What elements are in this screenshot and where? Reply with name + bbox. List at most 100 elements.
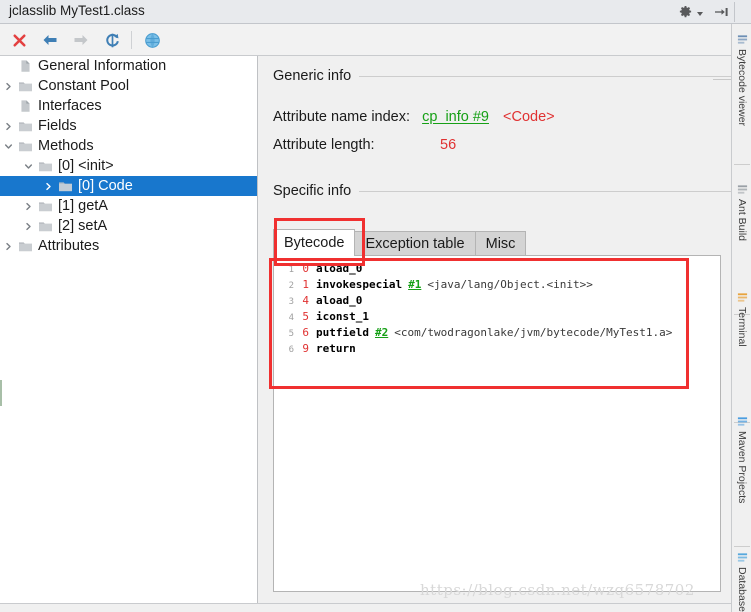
tab-label: Exception table [365,236,465,252]
maven-projects-icon [736,416,748,427]
attribute-name-index-row: Attribute name index: cp_info #9 <Code> [273,109,555,125]
folder-icon [36,196,54,216]
line-number: 1 [288,265,294,275]
tool-window-label: Bytecode viewer [736,49,748,127]
tree-node-label: Fields [38,118,77,134]
section-rule-2 [359,190,731,192]
tree-node-0-code[interactable]: [0] Code [0,176,257,196]
chevron-down-icon[interactable] [697,12,703,16]
bytecode-offset: 4 [302,294,309,307]
status-bar [0,603,731,612]
browse-button[interactable] [139,28,165,52]
tool-window-maven-projects[interactable]: Maven Projects [732,416,751,503]
chevron-down-icon[interactable] [20,156,36,176]
bytecode-line[interactable]: 3 4 aload_0 [278,294,720,310]
attribute-detail-panel: Generic info Attribute name index: cp_in… [262,56,732,603]
folder-icon [16,236,34,256]
bytecode-pane[interactable]: 1 0 aload_0 2 1 invokespecial #1 <java/lang/Obj… [273,256,721,592]
line-number: 6 [288,345,294,355]
tab-misc[interactable]: Misc [474,231,527,256]
tool-window-label: Database [736,567,748,612]
database-icon [736,552,748,563]
specific-info-title: Specific info [273,183,352,199]
window-title: jclasslib MyTest1.class [9,3,145,18]
generic-info-title: Generic info [273,68,352,84]
tree-node-interfaces[interactable]: Interfaces [0,96,257,116]
generic-info-section-header: Generic info [273,68,731,84]
reload-button[interactable] [99,28,125,52]
terminal-icon [736,292,748,303]
tool-window-terminal[interactable]: Terminal [732,292,751,347]
bytecode-line[interactable]: 2 1 invokespecial #1 <java/lang/Object.<init… [278,278,720,294]
chevron-right-icon[interactable] [20,196,36,216]
tree-node-general-information[interactable]: General Information [0,56,257,76]
chevron-right-icon[interactable] [20,216,36,236]
bytecode-line[interactable]: 5 6 putfield #2 <com/twodragonlake/jvm/bytec… [278,326,720,342]
bytecode-offset: 1 [302,278,309,291]
bytecode-line[interactable]: 4 5 iconst_1 [278,310,720,326]
close-button[interactable] [6,28,32,52]
gear-icon[interactable] [678,5,693,20]
chevron-right-icon[interactable] [0,236,16,256]
bytecode-offset: 9 [302,342,309,355]
toolbar-separator [131,31,132,49]
bytecode-line[interactable]: 1 0 aload_0 [278,262,720,278]
tree-node-label: Methods [38,138,94,154]
bytecode-offset: 6 [302,326,309,339]
bytecode-line[interactable]: 6 9 return [278,342,720,358]
folder-icon [56,176,74,196]
folder-icon [16,116,34,136]
specific-info-tabs[interactable]: Bytecode Exception table Misc [273,229,527,256]
tree-node-label: [1] getA [58,198,108,214]
chevron-right-icon[interactable] [40,176,56,196]
bytecode-descriptor: <java/lang/Object.<init>> [427,278,593,291]
chevron-right-icon[interactable] [0,116,16,136]
tree-node-attributes[interactable]: Attributes [0,236,257,256]
cp-info-link[interactable]: cp_info #9 [422,109,489,125]
folder-icon [16,76,34,96]
title-separator [734,2,735,22]
right-tool-window-bar[interactable]: Bytecode viewer Ant Build Terminal Maven Pr… [731,24,751,612]
bytecode-descriptor: <com/twodragonlake/jvm/bytecode/MyTest1.… [394,326,673,339]
bytecode-mnemonic: iconst_1 [316,310,369,323]
line-number: 3 [288,297,294,307]
chevron-right-icon[interactable] [0,76,16,96]
tree-node-constant-pool[interactable]: Constant Pool [0,76,257,96]
line-number: 2 [288,281,294,291]
bytecode-viewer-icon [736,34,748,45]
chevron-down-icon[interactable] [0,136,16,156]
tree-node-fields[interactable]: Fields [0,116,257,136]
section-rule [359,75,731,77]
constant-pool-ref-link[interactable]: #2 [375,326,388,339]
tool-window-database[interactable]: Database [732,552,751,612]
watermark-text: https://blog.csdn.net/wzq6578702 [420,581,695,599]
file-icon [16,96,34,116]
tree-node-label: General Information [38,58,167,74]
attribute-name-index-label: Attribute name index: [273,109,411,125]
collapse-panel-icon[interactable] [713,5,729,19]
forward-button [68,28,94,52]
tree-node-0-init[interactable]: [0] <init> [0,156,257,176]
line-number: 5 [288,329,294,339]
tree-node-2-seta[interactable]: [2] setA [0,216,257,236]
toolbar [0,24,751,56]
tab-bytecode[interactable]: Bytecode [273,229,356,256]
bytecode-mnemonic: invokespecial [316,278,403,291]
attribute-name-value: <Code> [503,109,555,125]
ant-build-icon [736,184,748,195]
back-button[interactable] [37,28,63,52]
tree-node-label: Constant Pool [38,78,130,94]
tree-node-1-geta[interactable]: [1] getA [0,196,257,216]
tree-node-methods[interactable]: Methods [0,136,257,156]
tab-exception-table[interactable]: Exception table [354,231,476,256]
bytecode-mnemonic: aload_0 [316,294,363,307]
attribute-length-row: Attribute length: 56 [273,137,456,153]
twisty-placeholder [0,96,16,116]
bytecode-mnemonic: putfield [316,326,369,339]
constant-pool-ref-link[interactable]: #1 [408,278,421,291]
tool-window-ant-build[interactable]: Ant Build [732,184,751,241]
tool-window-bytecode-viewer[interactable]: Bytecode viewer [732,34,751,126]
class-structure-tree[interactable]: General Information Constant Pool Interfac… [0,56,258,603]
specific-info-section-header: Specific info [273,183,731,199]
file-icon [16,56,34,76]
